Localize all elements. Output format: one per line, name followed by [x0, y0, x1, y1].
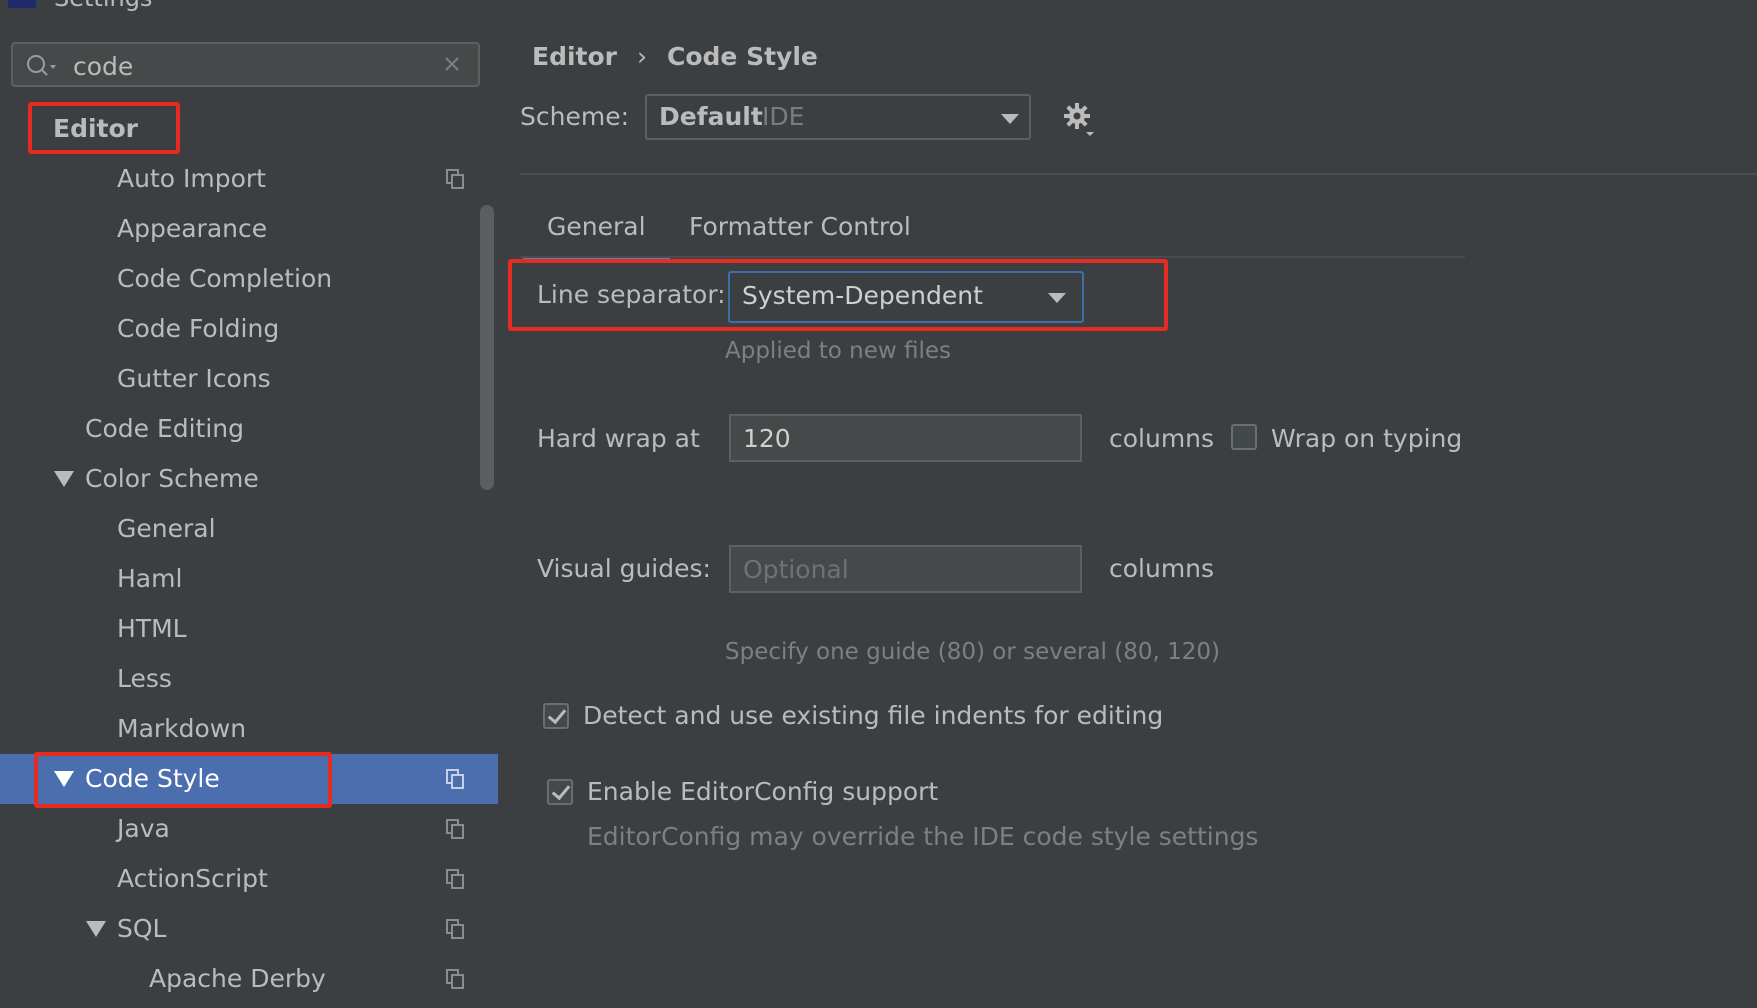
tree-item-gutter-icons[interactable]: Gutter Icons	[0, 354, 498, 404]
tree-item-label: Code Folding	[117, 314, 280, 343]
settings-search[interactable]	[11, 42, 480, 87]
tree-item-label: HTML	[117, 614, 187, 643]
tree-item-html[interactable]: HTML	[0, 604, 498, 654]
tree-item-less[interactable]: Less	[0, 654, 498, 704]
wrap-on-typing-label[interactable]: Wrap on typing	[1271, 424, 1462, 453]
tree-item-label: SQL	[117, 914, 167, 943]
tree-item-markdown[interactable]: Markdown	[0, 704, 498, 754]
project-level-icon	[446, 819, 464, 839]
settings-sidebar: Editor Auto Import Appearance Code Compl…	[0, 22, 498, 1008]
settings-main-panel: Editor › Code Style Scheme: Default IDE Ge…	[498, 22, 1757, 1008]
tree-item-auto-import[interactable]: Auto Import	[0, 154, 498, 204]
tree-item-label: Less	[117, 664, 172, 693]
clear-search-icon[interactable]	[442, 54, 462, 74]
detect-indents-checkbox[interactable]	[543, 703, 569, 729]
tree-item-label: Gutter Icons	[117, 364, 271, 393]
tree-item-label: Apache Derby	[149, 964, 326, 993]
line-separator-hint: Applied to new files	[725, 338, 952, 364]
tree-item-label: Code Editing	[85, 414, 245, 443]
scheme-label: Scheme:	[520, 102, 629, 131]
visual-guides-unit: columns	[1109, 554, 1215, 583]
project-level-icon	[446, 769, 464, 789]
search-icon[interactable]	[25, 54, 59, 78]
breadcrumb-separator: ›	[637, 42, 647, 71]
editorconfig-checkbox[interactable]	[547, 779, 573, 805]
breadcrumb: Editor › Code Style	[532, 42, 818, 71]
project-level-icon	[446, 869, 464, 889]
window-title: Settings	[54, 0, 152, 12]
visual-guides-hint: Specify one guide (80) or several (80, 1…	[725, 639, 1220, 665]
detect-indents-label[interactable]: Detect and use existing file indents for…	[583, 701, 1163, 730]
tree-item-label: Haml	[117, 564, 183, 593]
expand-arrow-icon[interactable]	[54, 471, 74, 487]
tree-item-label: Code Completion	[117, 264, 333, 293]
window-title-bar: Settings	[0, 0, 1757, 22]
hard-wrap-input[interactable]	[729, 414, 1082, 462]
tab-general[interactable]: General	[523, 207, 669, 261]
hard-wrap-label: Hard wrap at	[537, 424, 700, 453]
tree-item-label: Auto Import	[117, 164, 266, 193]
scheme-dropdown[interactable]: Default IDE	[645, 94, 1031, 140]
app-icon	[8, 0, 36, 8]
tree-item-label: Markdown	[117, 714, 247, 743]
scheme-scope: IDE	[762, 102, 805, 131]
visual-guides-label: Visual guides:	[537, 554, 711, 583]
tree-item-actionscript[interactable]: ActionScript	[0, 854, 498, 904]
project-level-icon	[446, 919, 464, 939]
chevron-down-icon	[1001, 114, 1019, 124]
search-input[interactable]	[71, 48, 435, 84]
editorconfig-label[interactable]: Enable EditorConfig support	[587, 777, 938, 806]
tree-item-haml[interactable]: Haml	[0, 554, 498, 604]
hard-wrap-unit: columns	[1109, 424, 1215, 453]
tree-item-label: ActionScript	[117, 864, 268, 893]
tree-item-color-scheme[interactable]: Color Scheme	[0, 454, 498, 504]
expand-arrow-icon[interactable]	[54, 771, 74, 787]
tree-item-code-editing[interactable]: Code Editing	[0, 404, 498, 454]
tree-item-editor[interactable]: Editor	[0, 104, 498, 154]
tree-item-label: Editor	[53, 114, 138, 143]
wrap-on-typing-checkbox[interactable]	[1231, 424, 1257, 450]
tree-item-appearance[interactable]: Appearance	[0, 204, 498, 254]
breadcrumb-parent[interactable]: Editor	[532, 42, 617, 71]
tree-item-label: Color Scheme	[85, 464, 259, 493]
tab-formatter-control[interactable]: Formatter Control	[689, 207, 911, 257]
project-level-icon	[446, 169, 464, 189]
tree-item-java[interactable]: Java	[0, 804, 498, 854]
breadcrumb-current: Code Style	[667, 42, 818, 71]
tree-item-code-completion[interactable]: Code Completion	[0, 254, 498, 304]
chevron-down-icon	[1048, 293, 1066, 303]
tab-strip-divider	[520, 256, 1465, 258]
sidebar-scrollbar[interactable]	[480, 205, 494, 490]
tree-item-label: General	[117, 514, 216, 543]
tree-item-code-folding[interactable]: Code Folding	[0, 304, 498, 354]
tree-item-label: Code Style	[85, 764, 220, 793]
scheme-value: Default	[659, 102, 763, 131]
tree-item-sql[interactable]: SQL	[0, 904, 498, 954]
tree-item-label: Appearance	[117, 214, 268, 243]
project-level-icon	[446, 969, 464, 989]
visual-guides-input[interactable]	[729, 545, 1082, 593]
tree-item-general[interactable]: General	[0, 504, 498, 554]
line-separator-dropdown[interactable]: System-Dependent	[728, 271, 1084, 323]
tree-item-apache-derby[interactable]: Apache Derby	[0, 954, 498, 1004]
editorconfig-hint: EditorConfig may override the IDE code s…	[587, 822, 1259, 851]
tree-item-label: Java	[117, 814, 170, 843]
expand-arrow-icon[interactable]	[86, 921, 106, 937]
header-divider	[520, 173, 1757, 175]
line-separator-label: Line separator:	[537, 280, 726, 309]
gear-icon[interactable]	[1063, 102, 1097, 136]
tree-item-code-style[interactable]: Code Style	[0, 754, 498, 804]
line-separator-value: System-Dependent	[742, 281, 983, 310]
